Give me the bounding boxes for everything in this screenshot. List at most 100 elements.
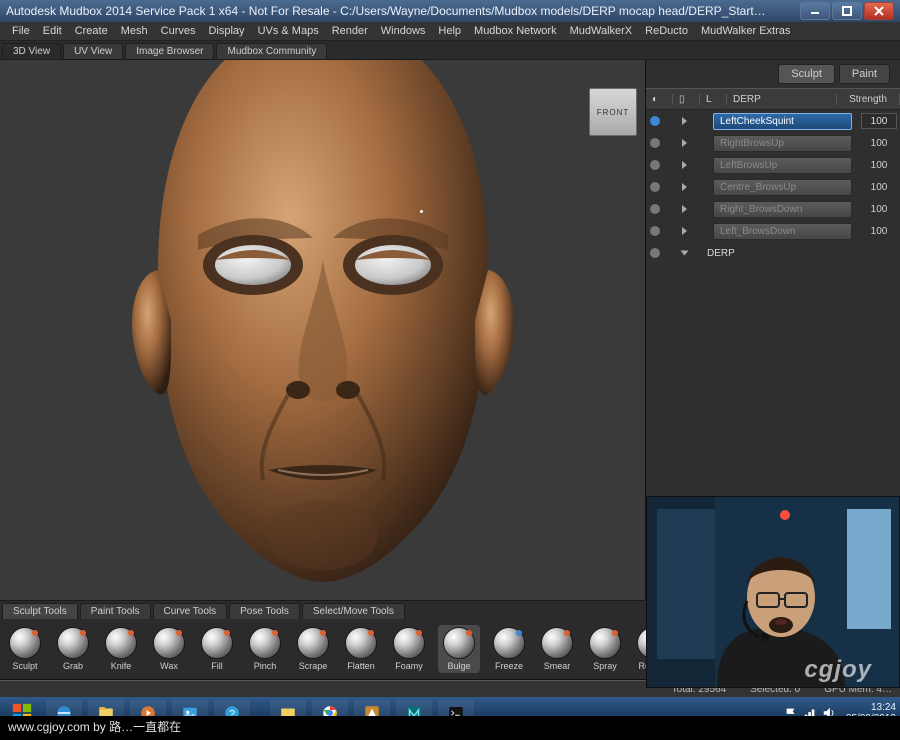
layer-name[interactable]: RightBrowsUp (713, 135, 852, 152)
menu-uvsmaps[interactable]: UVs & Maps (252, 24, 325, 38)
layer-name[interactable]: LeftCheekSquint (713, 113, 852, 130)
lock-toggle[interactable] (666, 138, 676, 148)
layer-row[interactable]: Left_BrowsDown 100 (646, 220, 900, 242)
visibility-toggle[interactable] (650, 204, 660, 214)
layer-strength[interactable] (858, 113, 900, 129)
view-tabs: 3D View UV View Image Browser Mudbox Com… (0, 41, 900, 60)
header-lock-icon: ▯ (673, 94, 700, 105)
menu-windows[interactable]: Windows (375, 24, 432, 38)
viewcube-face-label: FRONT (597, 108, 630, 117)
tool-label: Smear (544, 661, 571, 671)
visibility-toggle[interactable] (650, 160, 660, 170)
tab-image-browser[interactable]: Image Browser (125, 43, 214, 59)
strength-input[interactable] (861, 113, 897, 129)
tab-pose-tools[interactable]: Pose Tools (229, 603, 300, 619)
menu-mudbox-network[interactable]: Mudbox Network (468, 24, 563, 38)
tool-label: Sculpt (12, 661, 37, 671)
menu-mudwalkerx[interactable]: MudWalkerX (564, 24, 639, 38)
menu-reducto[interactable]: ReDucto (639, 24, 694, 38)
tool-freeze[interactable]: Freeze (490, 627, 528, 671)
brush-ball-icon (249, 627, 281, 659)
lock-toggle[interactable] (666, 116, 676, 126)
tab-mudbox-community[interactable]: Mudbox Community (216, 43, 327, 59)
disclosure-icon[interactable] (681, 251, 689, 256)
close-button[interactable] (864, 2, 894, 20)
tool-foamy[interactable]: Foamy (390, 627, 428, 671)
layer-name[interactable]: Right_BrowsDown (713, 201, 852, 218)
layer-row[interactable]: LeftBrowsUp 100 (646, 154, 900, 176)
visibility-toggle[interactable] (650, 116, 660, 126)
credit-strip: www.cgjoy.com by 路…一直都在 (0, 716, 900, 740)
menu-curves[interactable]: Curves (155, 24, 202, 38)
visibility-toggle[interactable] (650, 226, 660, 236)
menu-mesh[interactable]: Mesh (115, 24, 154, 38)
lock-toggle[interactable] (666, 182, 676, 192)
tool-flatten[interactable]: Flatten (342, 627, 380, 671)
brush-ball-icon (9, 627, 41, 659)
layer-row[interactable]: Centre_BrowsUp 100 (646, 176, 900, 198)
tab-3d-view[interactable]: 3D View (2, 43, 61, 59)
menu-help[interactable]: Help (432, 24, 467, 38)
tool-pinch[interactable]: Pinch (246, 627, 284, 671)
layer-name[interactable]: LeftBrowsUp (713, 157, 852, 174)
tool-wax[interactable]: Wax (150, 627, 188, 671)
lock-toggle[interactable] (666, 248, 676, 258)
tool-scrape[interactable]: Scrape (294, 627, 332, 671)
layer-row-root[interactable]: DERP (646, 242, 900, 264)
layer-row[interactable]: RightBrowsUp 100 (646, 132, 900, 154)
brush-ball-icon (297, 627, 329, 659)
menu-render[interactable]: Render (326, 24, 374, 38)
tool-sculpt[interactable]: Sculpt (6, 627, 44, 671)
maximize-button[interactable] (832, 2, 862, 20)
lock-toggle[interactable] (666, 204, 676, 214)
viewcube[interactable]: FRONT (589, 88, 637, 136)
menu-display[interactable]: Display (202, 24, 250, 38)
tab-sculpt[interactable]: Sculpt (778, 64, 835, 84)
tool-smear[interactable]: Smear (538, 627, 576, 671)
layer-name[interactable]: Centre_BrowsUp (713, 179, 852, 196)
tool-fill[interactable]: Fill (198, 627, 236, 671)
model-head (0, 60, 645, 600)
tool-bulge[interactable]: Bulge (438, 625, 480, 673)
layers-list: LeftCheekSquint RightBrowsUp 100 LeftBro… (646, 110, 900, 264)
viewport-3d[interactable]: FRONT (0, 60, 645, 600)
disclosure-icon[interactable] (682, 161, 687, 169)
visibility-toggle[interactable] (650, 248, 660, 258)
tool-grab[interactable]: Grab (54, 627, 92, 671)
side-mode-tabs: Sculpt Paint (646, 60, 900, 88)
visibility-toggle[interactable] (650, 138, 660, 148)
disclosure-icon[interactable] (682, 205, 687, 213)
brush-ball-icon (345, 627, 377, 659)
tab-paint[interactable]: Paint (839, 64, 890, 84)
disclosure-icon[interactable] (682, 183, 687, 191)
tool-label: Fill (211, 661, 223, 671)
tab-select-move-tools[interactable]: Select/Move Tools (302, 603, 405, 619)
layer-row[interactable]: Right_BrowsDown 100 (646, 198, 900, 220)
brush-ball-icon (589, 627, 621, 659)
tab-sculpt-tools[interactable]: Sculpt Tools (2, 603, 78, 619)
tab-uv-view[interactable]: UV View (63, 43, 123, 59)
menu-mudwalker-extras[interactable]: MudWalker Extras (695, 24, 796, 38)
layer-strength: 100 (858, 160, 900, 171)
lock-toggle[interactable] (666, 226, 676, 236)
minimize-button[interactable] (800, 2, 830, 20)
layer-row[interactable]: LeftCheekSquint (646, 110, 900, 132)
layer-name[interactable]: DERP (701, 246, 900, 261)
layer-name[interactable]: Left_BrowsDown (713, 223, 852, 240)
menu-file[interactable]: File (6, 24, 36, 38)
tool-spray[interactable]: Spray (586, 627, 624, 671)
tool-knife[interactable]: Knife (102, 627, 140, 671)
disclosure-icon[interactable] (682, 227, 687, 235)
menu-create[interactable]: Create (69, 24, 114, 38)
lock-toggle[interactable] (666, 160, 676, 170)
brush-ball-icon (201, 627, 233, 659)
disclosure-icon[interactable] (682, 117, 687, 125)
menu-bar: File Edit Create Mesh Curves Display UVs… (0, 22, 900, 41)
tab-paint-tools[interactable]: Paint Tools (80, 603, 151, 619)
watermark: cgjoy (804, 656, 872, 684)
visibility-toggle[interactable] (650, 182, 660, 192)
disclosure-icon[interactable] (682, 139, 687, 147)
tab-curve-tools[interactable]: Curve Tools (153, 603, 228, 619)
header-strength: Strength (837, 94, 900, 105)
menu-edit[interactable]: Edit (37, 24, 68, 38)
